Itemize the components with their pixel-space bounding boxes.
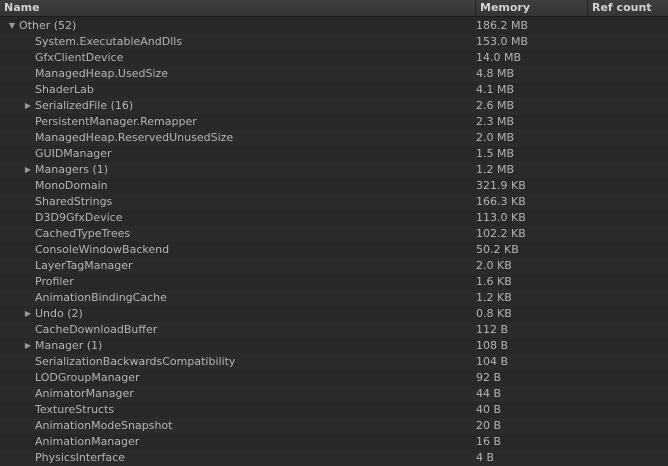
row-memory: 50.2 KB: [476, 243, 519, 256]
row-name: SharedStrings: [35, 195, 113, 208]
row-name: ConsoleWindowBackend: [35, 243, 170, 256]
row-memory: 104 B: [476, 355, 509, 368]
row-name: GfxClientDevice: [35, 51, 124, 64]
memory-tree-list: ▼ Other (52) 186.2 MB System.ExecutableAndD…: [0, 18, 668, 466]
row-memory: 112 B: [476, 323, 509, 336]
row-memory: 2.3 MB: [476, 115, 515, 128]
tree-row[interactable]: SharedStrings 166.3 KB: [0, 194, 668, 210]
row-memory: 4.1 MB: [476, 83, 515, 96]
row-memory: 1.2 MB: [476, 163, 515, 176]
tree-row[interactable]: D3D9GfxDevice 113.0 KB: [0, 210, 668, 226]
row-memory: 4 B: [476, 451, 495, 464]
row-memory: 2.0 KB: [476, 259, 512, 272]
tree-row[interactable]: CacheDownloadBuffer 112 B: [0, 322, 668, 338]
row-name: Managers (1): [35, 163, 109, 176]
row-memory: 108 B: [476, 339, 509, 352]
triangle-right-icon[interactable]: ▶: [22, 98, 34, 114]
row-name: ManagedHeap.ReservedUnusedSize: [35, 131, 234, 144]
row-name: TextureStructs: [35, 403, 115, 416]
row-name: AnimationBindingCache: [35, 291, 167, 304]
tree-row[interactable]: LayerTagManager 2.0 KB: [0, 258, 668, 274]
row-memory: 1.6 KB: [476, 275, 512, 288]
row-name: System.ExecutableAndDlls: [35, 35, 183, 48]
tree-row[interactable]: ShaderLab 4.1 MB: [0, 82, 668, 98]
row-name: AnimationModeSnapshot: [35, 419, 173, 432]
tree-row[interactable]: TextureStructs 40 B: [0, 402, 668, 418]
row-memory: 16 B: [476, 435, 502, 448]
tree-row[interactable]: LODGroupManager 92 B: [0, 370, 668, 386]
row-memory: 40 B: [476, 403, 502, 416]
row-memory: 2.0 MB: [476, 131, 515, 144]
tree-row[interactable]: ManagedHeap.ReservedUnusedSize 2.0 MB: [0, 130, 668, 146]
tree-row[interactable]: AnimationModeSnapshot 20 B: [0, 418, 668, 434]
triangle-right-icon[interactable]: ▶: [22, 162, 34, 178]
tree-row[interactable]: ▶ Managers (1) 1.2 MB: [0, 162, 668, 178]
tree-row[interactable]: ConsoleWindowBackend 50.2 KB: [0, 242, 668, 258]
tree-row[interactable]: AnimationBindingCache 1.2 KB: [0, 290, 668, 306]
row-name: D3D9GfxDevice: [35, 211, 123, 224]
row-name: PersistentManager.Remapper: [35, 115, 197, 128]
row-memory: 166.3 KB: [476, 195, 526, 208]
triangle-right-icon[interactable]: ▶: [22, 338, 34, 354]
row-name: Manager (1): [35, 339, 103, 352]
tree-row[interactable]: PhysicsInterface 4 B: [0, 450, 668, 466]
row-name: ManagedHeap.UsedSize: [35, 67, 169, 80]
column-header-memory[interactable]: Memory: [476, 0, 588, 16]
tree-row[interactable]: ▶ SerializedFile (16) 2.6 MB: [0, 98, 668, 114]
tree-row[interactable]: SerializationBackwardsCompatibility 104 B: [0, 354, 668, 370]
column-header-ref-count[interactable]: Ref count: [588, 0, 668, 16]
row-name: AnimatorManager: [35, 387, 134, 400]
row-name: CacheDownloadBuffer: [35, 323, 158, 336]
tree-row[interactable]: AnimationManager 16 B: [0, 434, 668, 450]
tree-row[interactable]: AnimatorManager 44 B: [0, 386, 668, 402]
row-name: SerializationBackwardsCompatibility: [35, 355, 236, 368]
column-header: Name Memory Ref count: [0, 0, 668, 17]
tree-row[interactable]: Profiler 1.6 KB: [0, 274, 668, 290]
row-name: GUIDManager: [35, 147, 112, 160]
tree-row[interactable]: System.ExecutableAndDlls 153.0 MB: [0, 34, 668, 50]
row-name: Undo (2): [35, 307, 83, 320]
row-memory: 0.8 KB: [476, 307, 512, 320]
tree-row[interactable]: GfxClientDevice 14.0 MB: [0, 50, 668, 66]
tree-row[interactable]: MonoDomain 321.9 KB: [0, 178, 668, 194]
row-memory: 14.0 MB: [476, 51, 522, 64]
triangle-right-icon[interactable]: ▶: [22, 306, 34, 322]
row-name: MonoDomain: [35, 179, 108, 192]
row-name: LayerTagManager: [35, 259, 133, 272]
row-memory: 4.8 MB: [476, 67, 515, 80]
row-name: ShaderLab: [35, 83, 94, 96]
row-name: CachedTypeTrees: [35, 227, 131, 240]
row-memory: 92 B: [476, 371, 502, 384]
column-header-name[interactable]: Name: [0, 0, 476, 16]
row-name: SerializedFile (16): [35, 99, 134, 112]
tree-row[interactable]: ▶ Manager (1) 108 B: [0, 338, 668, 354]
row-memory: 2.6 MB: [476, 99, 515, 112]
row-memory: 321.9 KB: [476, 179, 526, 192]
triangle-down-icon[interactable]: ▼: [6, 18, 18, 34]
tree-row[interactable]: ▼ Other (52) 186.2 MB: [0, 18, 668, 34]
tree-row[interactable]: CachedTypeTrees 102.2 KB: [0, 226, 668, 242]
tree-row[interactable]: ▶ Undo (2) 0.8 KB: [0, 306, 668, 322]
row-memory: 20 B: [476, 419, 502, 432]
row-memory: 113.0 KB: [476, 211, 526, 224]
row-memory: 1.2 KB: [476, 291, 512, 304]
tree-row[interactable]: PersistentManager.Remapper 2.3 MB: [0, 114, 668, 130]
row-name: AnimationManager: [35, 435, 140, 448]
row-memory: 102.2 KB: [476, 227, 526, 240]
row-memory: 44 B: [476, 387, 502, 400]
row-name: PhysicsInterface: [35, 451, 125, 464]
row-name: Profiler: [35, 275, 74, 288]
row-memory: 153.0 MB: [476, 35, 529, 48]
tree-row[interactable]: GUIDManager 1.5 MB: [0, 146, 668, 162]
tree-row[interactable]: ManagedHeap.UsedSize 4.8 MB: [0, 66, 668, 82]
row-memory: 1.5 MB: [476, 147, 515, 160]
row-name: Other (52): [19, 19, 77, 32]
row-name: LODGroupManager: [35, 371, 140, 384]
row-memory: 186.2 MB: [476, 19, 529, 32]
